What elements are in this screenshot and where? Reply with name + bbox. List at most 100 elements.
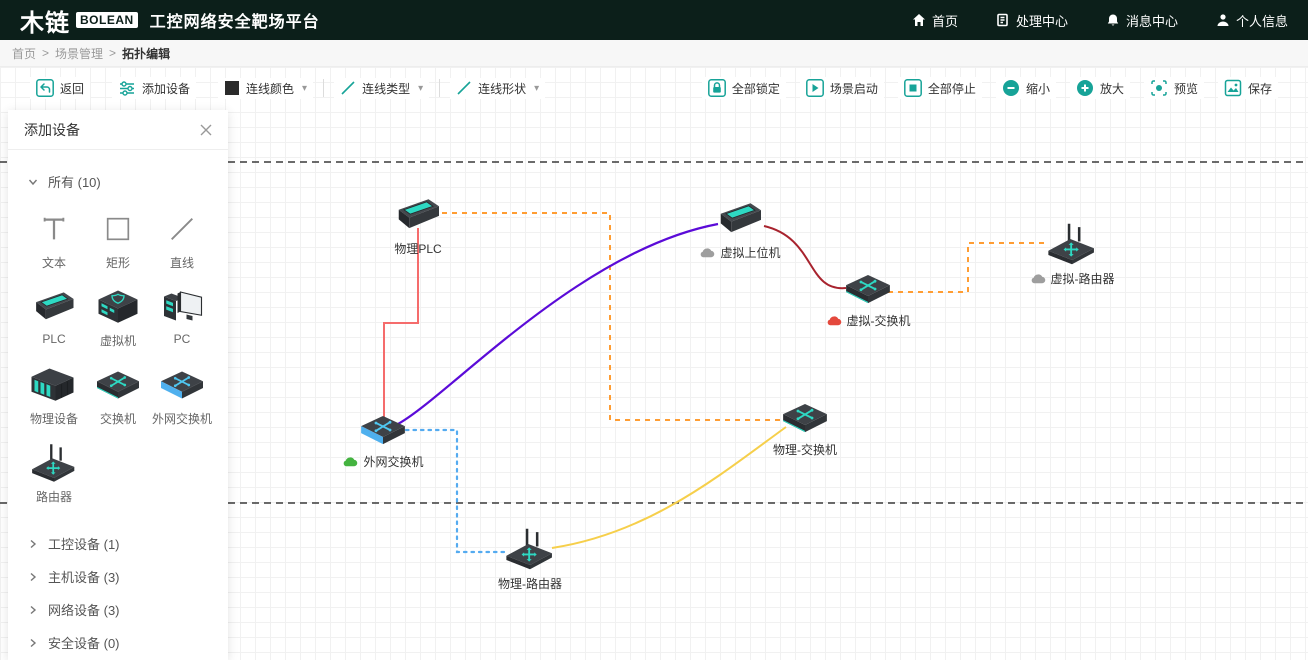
sliders-icon [118, 79, 136, 97]
scene-start-label: 场景启动 [830, 80, 878, 97]
router-device-icon [29, 443, 79, 483]
zoom-in-button[interactable]: 放大 [1070, 77, 1130, 99]
save-button[interactable]: 保存 [1218, 77, 1278, 99]
add-device-panel: 添加设备 所有 (10) 文本 矩形 [8, 110, 228, 660]
nav-item-message-center[interactable]: 消息中心 [1106, 11, 1178, 30]
group-security-devices[interactable]: 安全设备 (0) [20, 626, 216, 659]
node-external-switch[interactable]: 外网交换机 [313, 411, 453, 470]
preview-label: 预览 [1174, 80, 1198, 97]
palette-item-external-switch[interactable]: 外网交换机 [150, 365, 214, 427]
external-switch-device-icon [358, 411, 408, 449]
line-icon [456, 80, 472, 96]
node-physical-switch[interactable]: 物理-交换机 [735, 399, 875, 458]
lock-all-button[interactable]: 全部锁定 [702, 77, 786, 99]
cloud-status-icon [826, 315, 842, 326]
external-switch-device-icon [158, 365, 206, 405]
line-color-label: 连线颜色 [246, 80, 294, 97]
group-network-devices[interactable]: 网络设备 (3) [20, 593, 216, 626]
router-device-icon [1045, 222, 1099, 266]
palette-item-plc[interactable]: PLC [22, 287, 86, 349]
palette-item-text[interactable]: 文本 [22, 209, 86, 271]
stop-icon [904, 79, 922, 97]
group-all-header[interactable]: 所有 (10) [20, 164, 216, 199]
close-icon[interactable] [200, 124, 212, 136]
group-industrial-devices[interactable]: 工控设备 (1) [20, 527, 216, 560]
toolbar-divider [323, 79, 324, 97]
zoom-in-label: 放大 [1100, 80, 1124, 97]
text-tool-icon [39, 209, 69, 249]
zoom-out-button[interactable]: 缩小 [996, 77, 1056, 99]
device-palette: 文本 矩形 直线 PLC [20, 199, 216, 509]
page-title: 工控网络安全靶场平台 [150, 8, 320, 32]
switch-device-icon [94, 365, 142, 405]
group-all-label: 所有 (10) [48, 172, 101, 191]
logo-text: 木链 [20, 3, 70, 38]
nav-item-label: 处理中心 [1016, 11, 1068, 30]
router-device-icon [503, 527, 557, 571]
palette-item-line[interactable]: 直线 [150, 209, 214, 271]
line-shape-dropdown[interactable]: 连线形状 ▾ [450, 78, 545, 99]
breadcrumb-home[interactable]: 首页 [12, 45, 36, 62]
color-swatch-icon [224, 80, 240, 96]
add-device-button[interactable]: 添加设备 [112, 77, 196, 99]
node-label: 虚拟上位机 [720, 244, 780, 261]
node-virtual-router[interactable]: 虚拟-路由器 [1002, 222, 1142, 287]
document-icon [996, 13, 1010, 27]
back-arrow-icon [36, 79, 54, 97]
palette-item-pc[interactable]: PC [150, 287, 214, 349]
palette-item-switch[interactable]: 交换机 [86, 365, 150, 427]
palette-item-physical-device[interactable]: 物理设备 [22, 365, 86, 427]
node-physical-router[interactable]: 物理-路由器 [460, 527, 600, 592]
cloud-status-icon [699, 247, 715, 258]
palette-item-rectangle[interactable]: 矩形 [86, 209, 150, 271]
lock-icon [708, 79, 726, 97]
nav-item-label: 消息中心 [1126, 11, 1178, 30]
toolbar-divider [439, 79, 440, 97]
nav-item-home[interactable]: 首页 [912, 11, 958, 30]
switch-device-icon [843, 270, 893, 308]
host-device-icon [712, 198, 768, 240]
node-label: 虚拟-交换机 [847, 312, 911, 329]
node-virtual-switch[interactable]: 虚拟-交换机 [798, 270, 938, 329]
preview-button[interactable]: 预览 [1144, 77, 1204, 99]
node-label: 外网交换机 [363, 453, 423, 470]
switch-device-icon [780, 399, 830, 437]
node-label: 物理-交换机 [773, 441, 837, 458]
node-physical-plc[interactable]: 物理PLC [348, 194, 488, 257]
brand-logo: 木链 BOLEAN [20, 3, 138, 38]
line-tool-icon [167, 209, 197, 249]
scene-start-button[interactable]: 场景启动 [800, 77, 884, 99]
back-button-label: 返回 [60, 80, 84, 97]
panel-title: 添加设备 [24, 120, 80, 140]
stop-all-label: 全部停止 [928, 80, 976, 97]
nav-item-profile[interactable]: 个人信息 [1216, 11, 1288, 30]
chevron-down-icon: ▾ [534, 83, 539, 94]
save-image-icon [1224, 79, 1242, 97]
breadcrumb-separator: > [109, 46, 116, 60]
chevron-down-icon: ▾ [418, 83, 423, 94]
group-host-devices[interactable]: 主机设备 (3) [20, 560, 216, 593]
vm-device-icon [94, 287, 142, 327]
app-header: 木链 BOLEAN 工控网络安全靶场平台 首页 处理中心 消息中心 个人信息 [0, 0, 1308, 40]
pc-device-icon [158, 287, 206, 327]
device-category-list: 工控设备 (1) 主机设备 (3) 网络设备 (3) 安全设备 (0) [20, 527, 216, 659]
line-color-dropdown[interactable]: 连线颜色 ▾ [218, 78, 313, 99]
cloud-status-icon [1030, 273, 1046, 284]
stop-all-button[interactable]: 全部停止 [898, 77, 982, 99]
breadcrumb-scene-management[interactable]: 场景管理 [55, 45, 103, 62]
node-label: 物理PLC [394, 240, 441, 257]
node-label: 物理-路由器 [498, 575, 562, 592]
chevron-right-icon [28, 572, 38, 582]
line-type-dropdown[interactable]: 连线类型 ▾ [334, 78, 429, 99]
plc-device-icon [28, 287, 80, 327]
bell-icon [1106, 13, 1120, 27]
node-virtual-host[interactable]: 虚拟上位机 [670, 198, 810, 261]
back-button[interactable]: 返回 [30, 77, 90, 99]
line-icon [340, 80, 356, 96]
server-device-icon [30, 365, 78, 405]
palette-item-vm[interactable]: 虚拟机 [86, 287, 150, 349]
line-type-label: 连线类型 [362, 80, 410, 97]
nav-item-process-center[interactable]: 处理中心 [996, 11, 1068, 30]
play-icon [806, 79, 824, 97]
palette-item-router[interactable]: 路由器 [22, 443, 86, 505]
